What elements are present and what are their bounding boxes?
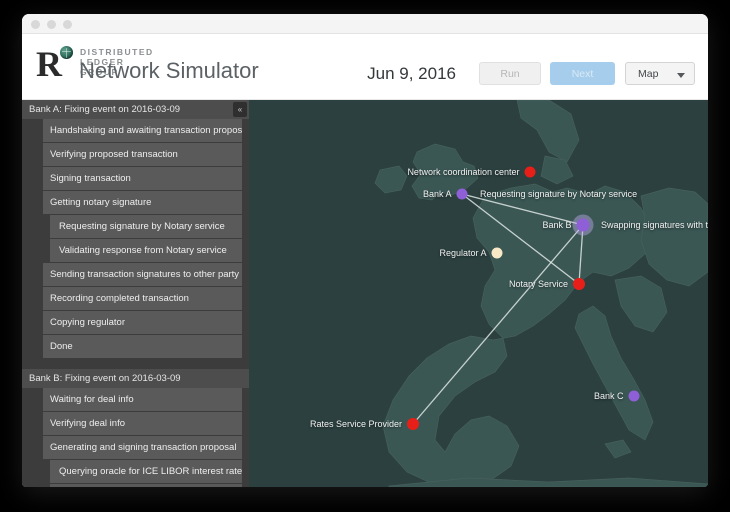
map-node-regulator-a[interactable] [491, 247, 503, 259]
title-bar [22, 14, 708, 34]
window-controls[interactable] [31, 20, 72, 29]
landmass [640, 187, 708, 287]
chevron-down-icon [677, 73, 685, 78]
map-node-label-bank-b: Bank B [542, 220, 572, 230]
map-node-label-rates-service-provider: Rates Service Provider [309, 419, 402, 429]
map-node-bank-b[interactable] [576, 218, 590, 232]
map-node-label-notary-service: Notary Service [508, 279, 568, 289]
map-node-network-coordination-center[interactable] [524, 166, 536, 178]
sidebar-step-active[interactable]: Getting notary signature [43, 191, 242, 214]
sidebar-group-header[interactable]: Bank B: Fixing event on 2016-03-09 [22, 369, 249, 388]
sidebar-step[interactable]: Working with data returned by oracle [50, 484, 242, 487]
sidebar-step[interactable]: Done [43, 335, 242, 358]
view-mode-select[interactable]: Map [625, 62, 695, 85]
map-node-label-bank-a: Bank A [422, 189, 452, 199]
flow-sidebar[interactable]: Bank A: Fixing event on 2016-03-09 «Hands… [22, 100, 249, 487]
sidebar-step[interactable]: Verifying proposed transaction [43, 143, 242, 166]
sidebar-step[interactable]: Querying oracle for ICE LIBOR interest r… [50, 460, 242, 483]
map-node-bank-c[interactable] [628, 390, 640, 402]
globe-icon [60, 46, 73, 59]
close-button[interactable] [31, 20, 40, 29]
map-node-label-bank-b-status: Swapping signatures with the othe [601, 220, 708, 230]
sidebar-step[interactable]: Recording completed transaction [43, 287, 242, 310]
map-node-label-network-coordination-center: Network coordination center [407, 167, 520, 177]
map-node-label-regulator-a: Regulator A [439, 248, 487, 258]
map-node-notary-service[interactable] [573, 278, 585, 290]
next-button[interactable]: Next [550, 62, 615, 85]
simulation-date: Jun 9, 2016 [367, 64, 456, 83]
app-window: R DISTRIBUTED LEDGER GROUP Network Simul… [22, 14, 708, 487]
landmass [614, 275, 668, 333]
landmass [604, 439, 632, 459]
view-mode-label: Map [638, 67, 659, 80]
sidebar-step[interactable]: Verifying deal info [43, 412, 242, 435]
sidebar-step[interactable]: Copying regulator [43, 311, 242, 334]
app-header: R DISTRIBUTED LEDGER GROUP Network Simul… [22, 34, 708, 100]
map-node-label-bank-a-status: Requesting signature by Notary service [480, 189, 638, 199]
map-node-bank-a[interactable] [456, 188, 468, 200]
page-title: Network Simulator [79, 58, 259, 83]
landmass [516, 100, 580, 163]
map-node-rates-service-provider[interactable] [407, 418, 419, 430]
sidebar-step[interactable]: Handshaking and awaiting transaction pro… [43, 119, 242, 142]
screen: R DISTRIBUTED LEDGER GROUP Network Simul… [0, 0, 730, 512]
sidebar-step[interactable]: Requesting signature by Notary service [50, 215, 242, 238]
run-button[interactable]: Run [479, 62, 541, 85]
sidebar-step[interactable]: Sending transaction signatures to other … [43, 263, 242, 286]
sidebar-step[interactable]: Signing transaction [43, 167, 242, 190]
sidebar-step[interactable]: Validating response from Notary service [50, 239, 242, 262]
landmass [374, 165, 408, 194]
minimize-button[interactable] [47, 20, 56, 29]
sidebar-step[interactable]: Waiting for deal info [43, 388, 242, 411]
app-body: Bank A: Fixing event on 2016-03-09 «Hands… [22, 100, 708, 487]
map-node-label-bank-c: Bank C [593, 391, 624, 401]
sidebar-collapse-button[interactable]: « [233, 102, 247, 117]
sidebar-step[interactable]: Generating and signing transaction propo… [43, 436, 242, 459]
sidebar-group-header[interactable]: Bank A: Fixing event on 2016-03-09 « [22, 100, 249, 119]
brand-mark: R [36, 44, 62, 84]
network-map[interactable]: Network coordination center Bank A Request… [249, 100, 708, 487]
zoom-button[interactable] [63, 20, 72, 29]
